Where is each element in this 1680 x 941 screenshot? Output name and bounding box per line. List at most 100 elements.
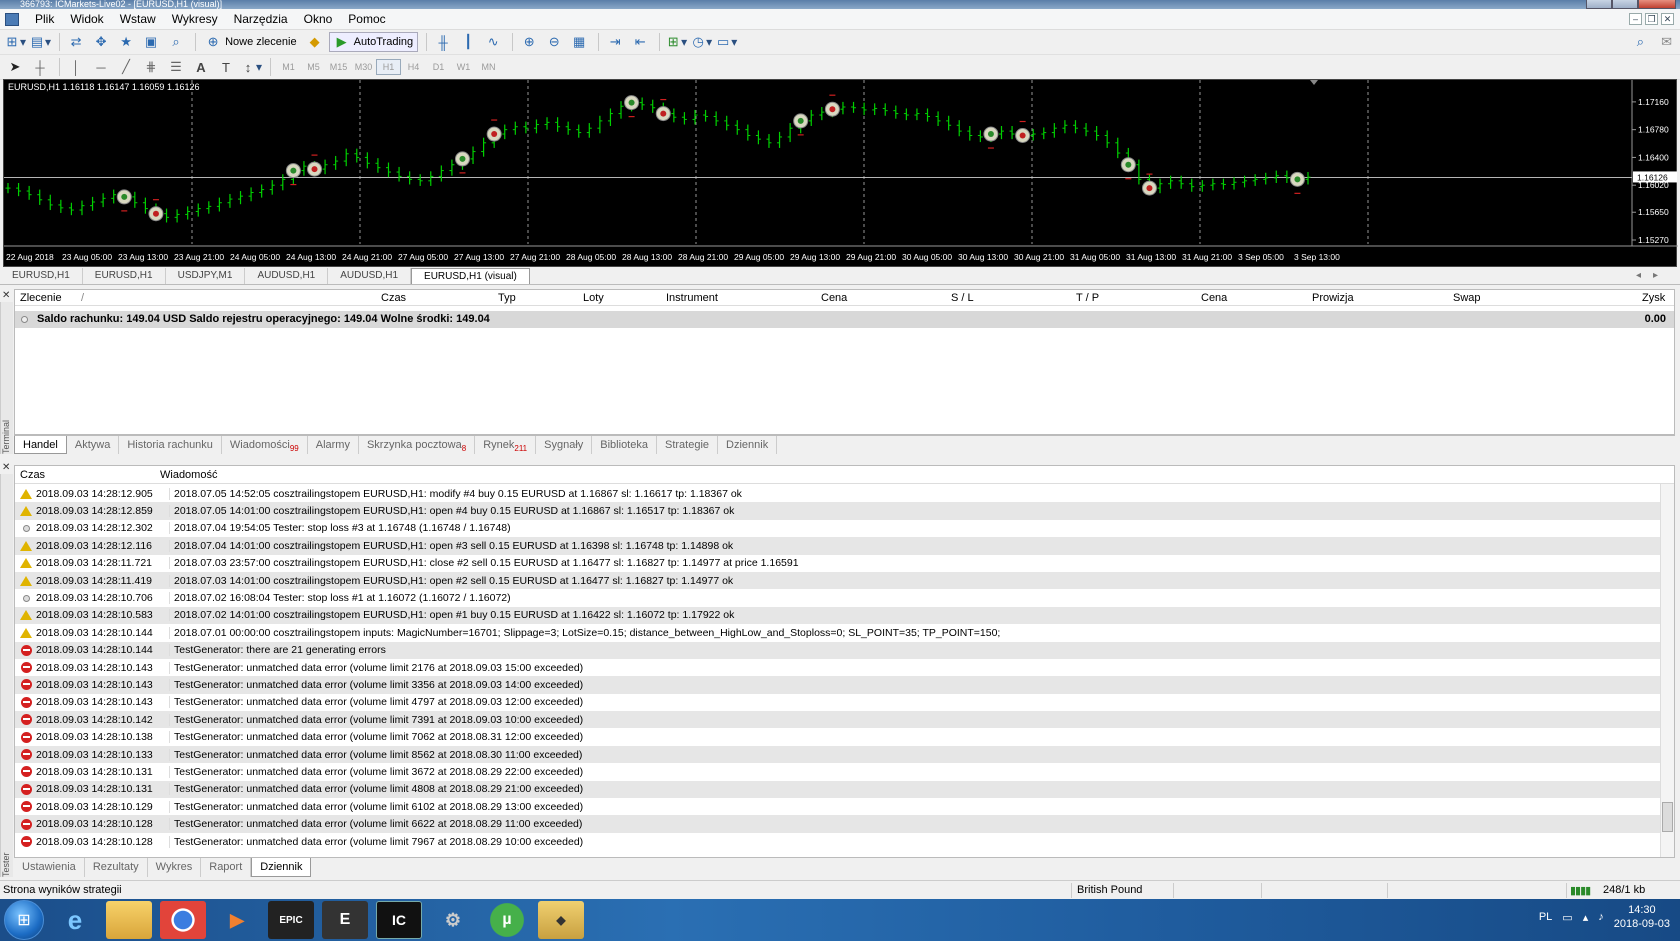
col-czas[interactable]: Czas [20, 469, 45, 481]
menu-narzedzia[interactable]: Narzędzia [226, 9, 296, 30]
mdi-restore-icon[interactable]: ❐ [1645, 13, 1658, 25]
metaeditor-button[interactable]: ◆ [304, 32, 326, 52]
app-icon[interactable] [5, 12, 19, 26]
col-swap[interactable]: Swap [1453, 292, 1481, 304]
profiles-button[interactable]: ▤ ▾ [29, 32, 51, 52]
col-loty[interactable]: Loty [583, 292, 604, 304]
new-order-button[interactable]: ⊕ Nowe zlecenie [201, 32, 301, 52]
tab-ustawienia[interactable]: Ustawienia [14, 858, 85, 877]
candle-chart-button[interactable]: ┃ [457, 32, 479, 52]
indicators-button[interactable]: ⊞ ▾ [665, 32, 687, 52]
journal-scrollbar[interactable] [1660, 484, 1674, 857]
tab-raport[interactable]: Raport [201, 858, 252, 877]
data-window-button[interactable]: ★ [115, 32, 137, 52]
journal-row[interactable]: 2018.09.03 14:28:11.721 2018.07.03 23:57:… [15, 555, 1660, 572]
journal-row[interactable]: 2018.09.03 14:28:12.905 2018.07.05 14:52:… [15, 485, 1660, 502]
tester-app-icon[interactable]: ◆ [538, 901, 584, 939]
col-czas[interactable]: Czas [381, 292, 406, 304]
chat-icon[interactable]: ✉ [1661, 34, 1672, 50]
chart-tab-active[interactable]: EURUSD,H1 (visual) [411, 268, 530, 284]
col-instrument[interactable]: Instrument [666, 292, 718, 304]
fibonacci-button[interactable]: ☰ [165, 57, 187, 77]
chart-tab[interactable]: EURUSD,H1 [83, 268, 166, 284]
journal-row[interactable]: 2018.09.03 14:28:10.131 TestGenerator: un… [15, 763, 1660, 780]
navigator-button[interactable]: ✥ [90, 32, 112, 52]
text-button[interactable]: A [190, 57, 212, 77]
tab-biblioteka[interactable]: Biblioteka [592, 436, 657, 454]
balance-row[interactable]: Saldo rachunku: 149.04 USD Saldo rejestr… [15, 311, 1674, 328]
bar-chart-button[interactable]: ╫ [432, 32, 454, 52]
tab-rezultaty[interactable]: Rezultaty [85, 858, 148, 877]
tray-arrow-icon[interactable]: ▴ [1583, 911, 1589, 924]
col-wiadomosc[interactable]: Wiadomość [160, 469, 217, 481]
arrows-button[interactable]: ↕ ▾ [240, 57, 262, 77]
zoom-out-button[interactable]: ⊖ [543, 32, 565, 52]
horizontal-line-button[interactable]: ─ [90, 57, 112, 77]
col-tp[interactable]: T / P [1076, 292, 1099, 304]
journal-row[interactable]: 2018.09.03 14:28:10.143 TestGenerator: un… [15, 659, 1660, 676]
journal-row[interactable]: 2018.09.03 14:28:12.859 2018.07.05 14:01:… [15, 502, 1660, 520]
journal-row[interactable]: 2018.09.03 14:28:10.128 TestGenerator: un… [15, 833, 1660, 850]
chrome-icon[interactable] [160, 901, 206, 939]
trendline-button[interactable]: ╱ [115, 57, 137, 77]
menu-widok[interactable]: Widok [62, 9, 111, 30]
tab-dziennik[interactable]: Dziennik [251, 858, 312, 877]
app-e-icon[interactable]: E [322, 901, 368, 939]
timeframe-m1[interactable]: M1 [276, 62, 301, 72]
timeframe-m5[interactable]: M5 [301, 62, 326, 72]
timeframe-d1[interactable]: D1 [426, 62, 451, 72]
tab-skrzynka-pocztowa[interactable]: Skrzynka pocztowa8 [359, 436, 476, 454]
minimize-button[interactable] [1586, 0, 1612, 9]
timeframe-h1[interactable]: H1 [376, 59, 402, 75]
timeframe-h4[interactable]: H4 [401, 62, 426, 72]
col-cena[interactable]: Cena [821, 292, 847, 304]
line-chart-button[interactable]: ∿ [482, 32, 504, 52]
chart-shift-button[interactable]: ⇤ [629, 32, 651, 52]
menu-plik[interactable]: Plik [27, 9, 62, 30]
journal-row[interactable]: 2018.09.03 14:28:12.302 2018.07.04 19:54:… [15, 520, 1660, 537]
journal-row[interactable]: 2018.09.03 14:28:11.419 2018.07.03 14:01:… [15, 571, 1660, 590]
tool-icon[interactable]: ⚙ [430, 901, 476, 939]
mdi-close-icon[interactable]: ✕ [1661, 13, 1674, 25]
tab-wiadomosci[interactable]: Wiadomości99 [222, 436, 308, 454]
new-chart-button[interactable]: ⊞ ▾ [4, 32, 26, 52]
journal-row[interactable]: 2018.09.03 14:28:10.129 TestGenerator: un… [15, 798, 1660, 815]
ie-icon[interactable]: e [52, 901, 98, 939]
journal-row[interactable]: 2018.09.03 14:28:10.144 2018.07.01 00:00:… [15, 624, 1660, 641]
speaker-icon[interactable]: ♪ [1598, 911, 1604, 923]
start-button[interactable]: ⊞ [4, 900, 44, 940]
language-indicator[interactable]: PL [1539, 911, 1552, 923]
market-watch-button[interactable]: ⇄ [65, 32, 87, 52]
utorrent-icon[interactable]: µ [484, 901, 530, 939]
journal-row[interactable]: 2018.09.03 14:28:10.583 2018.07.02 14:01:… [15, 606, 1660, 625]
timeframe-w1[interactable]: W1 [451, 62, 476, 72]
templates-button[interactable]: ▭ ▾ [715, 32, 737, 52]
journal-row[interactable]: 2018.09.03 14:28:10.142 TestGenerator: un… [15, 711, 1660, 729]
timeframe-mn[interactable]: MN [476, 62, 501, 72]
tab-aktywa[interactable]: Aktywa [67, 436, 120, 454]
journal-row[interactable]: 2018.09.03 14:28:10.138 TestGenerator: un… [15, 728, 1660, 745]
journal-row[interactable]: 2018.09.03 14:28:10.143 TestGenerator: un… [15, 694, 1660, 711]
text-label-button[interactable]: T [215, 57, 237, 77]
crosshair-button[interactable]: ┼ [29, 57, 51, 77]
journal-row[interactable]: 2018.09.03 14:28:10.128 TestGenerator: un… [15, 815, 1660, 833]
menu-pomoc[interactable]: Pomoc [340, 9, 393, 30]
search-icon[interactable]: ⌕ [1637, 34, 1644, 50]
journal-row[interactable]: 2018.09.03 14:28:10.131 TestGenerator: un… [15, 780, 1660, 799]
col-prowizja[interactable]: Prowizja [1312, 292, 1354, 304]
tab-rynek[interactable]: Rynek211 [475, 436, 537, 454]
journal-row[interactable]: 2018.09.03 14:28:10.133 TestGenerator: un… [15, 745, 1660, 764]
price-chart[interactable]: EURUSD,H1 1.16118 1.16147 1.16059 1.1612… [4, 80, 1678, 268]
col-sl[interactable]: S / L [951, 292, 974, 304]
vertical-line-button[interactable]: │ [65, 57, 87, 77]
col-zlecenie[interactable]: Zlecenie [20, 292, 62, 304]
cursor-button[interactable]: ➤ [4, 57, 26, 77]
journal-row[interactable]: 2018.09.03 14:28:12.116 2018.07.04 14:01:… [15, 537, 1660, 555]
col-cena-2[interactable]: Cena [1201, 292, 1227, 304]
scrollbar-thumb[interactable] [1662, 802, 1673, 832]
autoscroll-button[interactable]: ⇥ [604, 32, 626, 52]
chart-tab[interactable]: USDJPY,M1 [166, 268, 246, 284]
chart-tab[interactable]: EURUSD,H1 [0, 268, 83, 284]
tile-windows-button[interactable]: ▦ [568, 32, 590, 52]
status-profile[interactable]: British Pound [1077, 884, 1142, 896]
